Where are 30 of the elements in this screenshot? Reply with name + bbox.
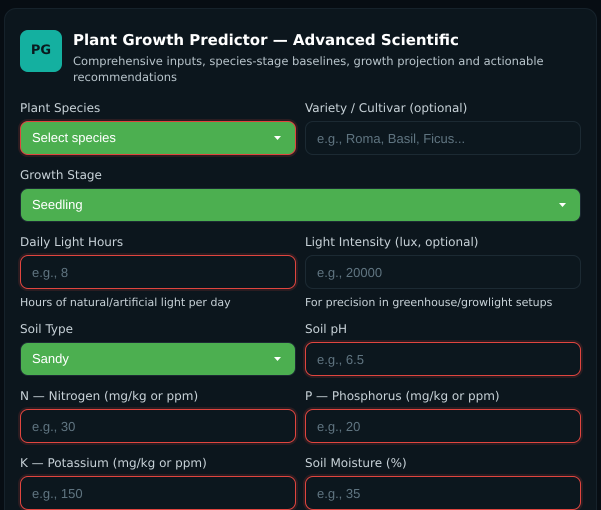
- field-label: Plant Species: [20, 101, 102, 115]
- caret-icon: [559, 203, 566, 207]
- field-label: Variety / Cultivar (optional): [305, 101, 468, 115]
- input-field[interactable]: e.g., Roma, Basil, Ficus...: [305, 121, 581, 155]
- input-field[interactable]: e.g., 20: [305, 409, 581, 443]
- field-hint: For precision in greenhouse/growlight setups: [305, 296, 554, 309]
- input-field[interactable]: e.g., 20000: [305, 255, 581, 289]
- select-dropdown[interactable]: Sandy: [20, 342, 296, 376]
- field-hint: Hours of natural/artificial light per day: [20, 296, 232, 309]
- field-label: K — Potassium (mg/kg or ppm): [20, 456, 208, 470]
- field-label: Daily Light Hours: [20, 235, 124, 249]
- page-subtitle: Comprehensive inputs, species-stage baselines, growth projection and actionable recommendations: [73, 53, 545, 85]
- field-label: N — Nitrogen (mg/kg or ppm): [20, 389, 200, 403]
- input-field[interactable]: e.g., 8: [20, 255, 296, 289]
- field-label: P — Phosphorus (mg/kg or ppm): [305, 389, 501, 403]
- select-dropdown[interactable]: Seedling: [20, 188, 581, 222]
- input-field[interactable]: e.g., 30: [20, 409, 296, 443]
- select-dropdown[interactable]: Select species: [20, 121, 296, 155]
- field-label: Light Intensity (lux, optional): [305, 235, 480, 249]
- logo-badge: PG: [20, 30, 62, 72]
- caret-icon: [274, 357, 281, 361]
- input-field[interactable]: e.g., 35: [305, 476, 581, 510]
- field-label: Soil pH: [305, 322, 348, 336]
- field-label: Soil Moisture (%): [305, 456, 408, 470]
- field-label: Growth Stage: [20, 168, 103, 182]
- page-title: Plant Growth Predictor — Advanced Scientific: [73, 30, 460, 50]
- caret-icon: [274, 136, 281, 140]
- input-field[interactable]: e.g., 6.5: [305, 342, 581, 376]
- input-field[interactable]: e.g., 150: [20, 476, 296, 510]
- field-label: Soil Type: [20, 322, 74, 336]
